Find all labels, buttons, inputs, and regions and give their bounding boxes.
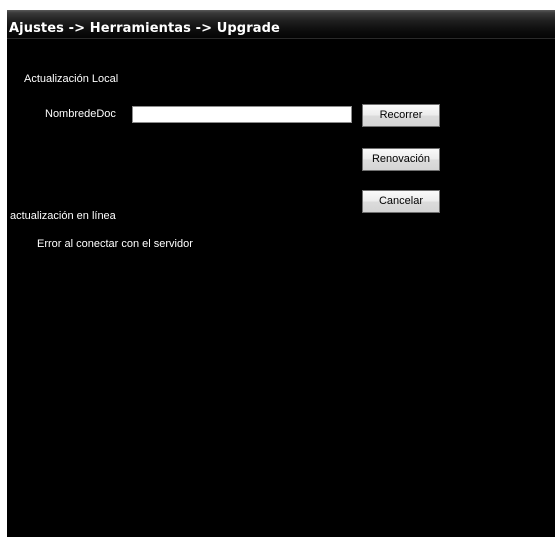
cancel-button[interactable]: Cancelar [362, 190, 440, 213]
title-bar: Ajustes -> Herramientas -> Upgrade [7, 10, 555, 39]
breadcrumb: Ajustes -> Herramientas -> Upgrade [9, 21, 280, 36]
file-name-field[interactable] [132, 106, 352, 123]
renew-button[interactable]: Renovación [362, 148, 440, 171]
browse-button[interactable]: Recorrer [362, 104, 440, 127]
connection-status-text: Error al conectar con el servidor [37, 238, 193, 250]
upgrade-panel: Ajustes -> Herramientas -> Upgrade Actua… [7, 10, 555, 537]
window: Ajustes -> Herramientas -> Upgrade Actua… [0, 0, 555, 537]
online-update-heading: actualización en línea [10, 210, 116, 222]
file-name-label: NombredeDoc [45, 108, 116, 120]
local-update-heading: Actualización Local [24, 73, 119, 85]
